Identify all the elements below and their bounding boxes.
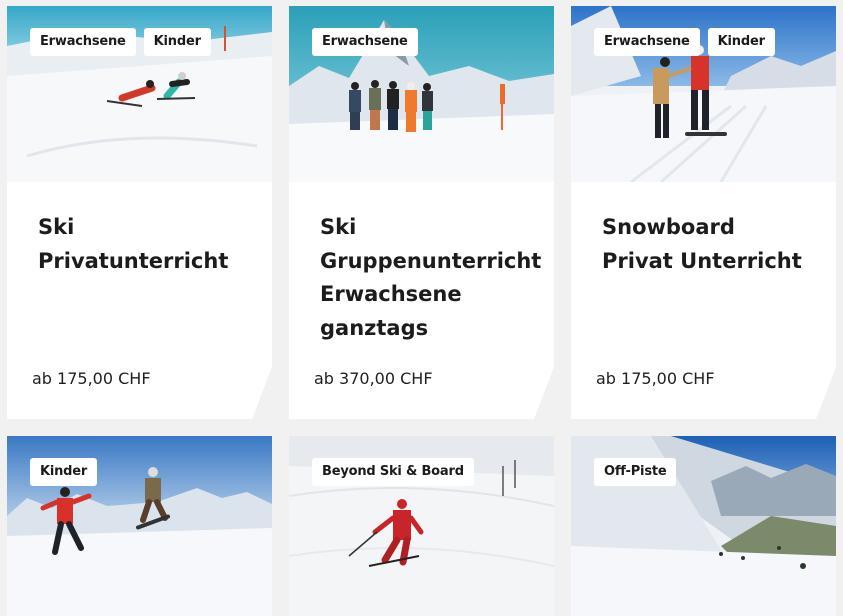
tag-kinder: Kinder	[30, 458, 98, 486]
tag-off-piste: Off-Piste	[594, 458, 677, 486]
card-snowboard-privat-unterricht[interactable]: Erwachsene Kinder Snowboard Privat Unter…	[571, 6, 836, 419]
card-off-piste[interactable]: Off-Piste	[571, 436, 836, 616]
card-ski-privatunterricht[interactable]: Erwachsene Kinder Ski Privatunterricht a…	[7, 6, 272, 419]
card-title: Ski Privatunterricht	[38, 215, 229, 273]
card-ski-gruppenunterricht[interactable]: Erwachsene Ski Gruppenunterricht Erwachs…	[289, 6, 554, 419]
tag-kinder: Kinder	[707, 28, 775, 56]
card-corner-decoration	[816, 367, 836, 419]
tag-beyond-ski-board: Beyond Ski & Board	[312, 458, 474, 486]
card-price: ab 370,00 CHF	[314, 369, 433, 388]
tag-list: Off-Piste	[594, 458, 677, 486]
tag-list: Kinder	[30, 458, 98, 486]
card-kinder[interactable]: Kinder	[7, 436, 272, 616]
tag-list: Erwachsene Kinder	[30, 28, 211, 56]
tag-erwachsene: Erwachsene	[312, 28, 418, 56]
card-title: Ski Gruppenunterricht Erwachsene ganztag…	[320, 215, 542, 340]
card-beyond-ski-board[interactable]: Beyond Ski & Board	[289, 436, 554, 616]
card-price: ab 175,00 CHF	[32, 369, 151, 388]
tag-list: Erwachsene Kinder	[594, 28, 775, 56]
card-corner-decoration	[252, 367, 272, 419]
tag-kinder: Kinder	[143, 28, 211, 56]
card-price: ab 175,00 CHF	[596, 369, 715, 388]
tag-list: Erwachsene	[312, 28, 418, 56]
card-corner-decoration	[534, 367, 554, 419]
card-title: Snowboard Privat Unterricht	[602, 215, 802, 273]
tag-erwachsene: Erwachsene	[594, 28, 700, 56]
tag-list: Beyond Ski & Board	[312, 458, 474, 486]
tag-erwachsene: Erwachsene	[30, 28, 136, 56]
